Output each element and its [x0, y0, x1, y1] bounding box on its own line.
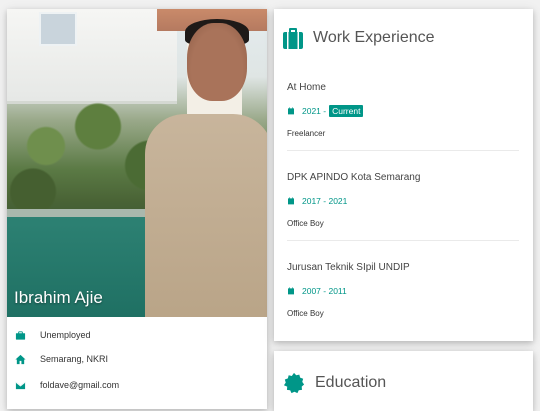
suitcase-icon	[283, 28, 303, 49]
job-title: At Home	[287, 82, 326, 93]
job-role: Office Boy	[287, 219, 324, 228]
certificate-icon	[283, 372, 305, 394]
job-item: DPK APINDO Kota Semarang 2017 - 2021 Off…	[287, 172, 519, 228]
home-icon	[15, 354, 26, 364]
envelope-icon	[15, 381, 26, 389]
divider	[287, 240, 519, 241]
calendar-icon	[288, 287, 294, 295]
job-item: Jurusan Teknik SIpil UNDIP 2007 - 2011 O…	[287, 262, 519, 318]
job-item: At Home 2021 - Current Freelancer	[287, 82, 519, 138]
education-header: Education	[283, 371, 386, 395]
education-title: Education	[315, 374, 387, 391]
divider	[287, 150, 519, 151]
education-card: Education	[274, 351, 533, 411]
work-title: Work Experience	[313, 29, 435, 46]
job-start: 2007 - 2011	[302, 286, 347, 296]
briefcase-icon	[15, 330, 26, 340]
work-experience-card: Work Experience At Home 2021 - Current F…	[274, 9, 533, 341]
job-start: 2017 - 2021	[302, 196, 348, 206]
profile-name: Ibrahim Ajie	[14, 288, 103, 307]
work-header: Work Experience	[283, 27, 435, 49]
info-location: Semarang, NKRI	[15, 351, 108, 367]
calendar-icon	[288, 107, 294, 115]
current-badge: Current	[329, 105, 364, 117]
job-date: 2017 - 2021	[287, 194, 519, 208]
job-role: Office Boy	[287, 309, 324, 318]
job-title: Jurusan Teknik SIpil UNDIP	[287, 262, 410, 273]
job-start: 2021 -	[302, 106, 327, 116]
info-job-text: Unemployed	[40, 330, 91, 340]
job-title: DPK APINDO Kota Semarang	[287, 172, 421, 183]
job-role: Freelancer	[287, 129, 326, 138]
info-job: Unemployed	[15, 327, 91, 343]
info-location-text: Semarang, NKRI	[40, 354, 109, 364]
job-date: 2021 - Current	[287, 104, 519, 118]
calendar-icon	[288, 197, 294, 205]
profile-card: Ibrahim Ajie Unemployed Semarang, NKRI f…	[7, 9, 267, 409]
info-email-text[interactable]: foldave@gmail.com	[40, 380, 119, 390]
info-email[interactable]: foldave@gmail.com	[15, 377, 119, 393]
profile-photo: Ibrahim Ajie	[7, 9, 267, 317]
job-date: 2007 - 2011	[287, 284, 519, 298]
